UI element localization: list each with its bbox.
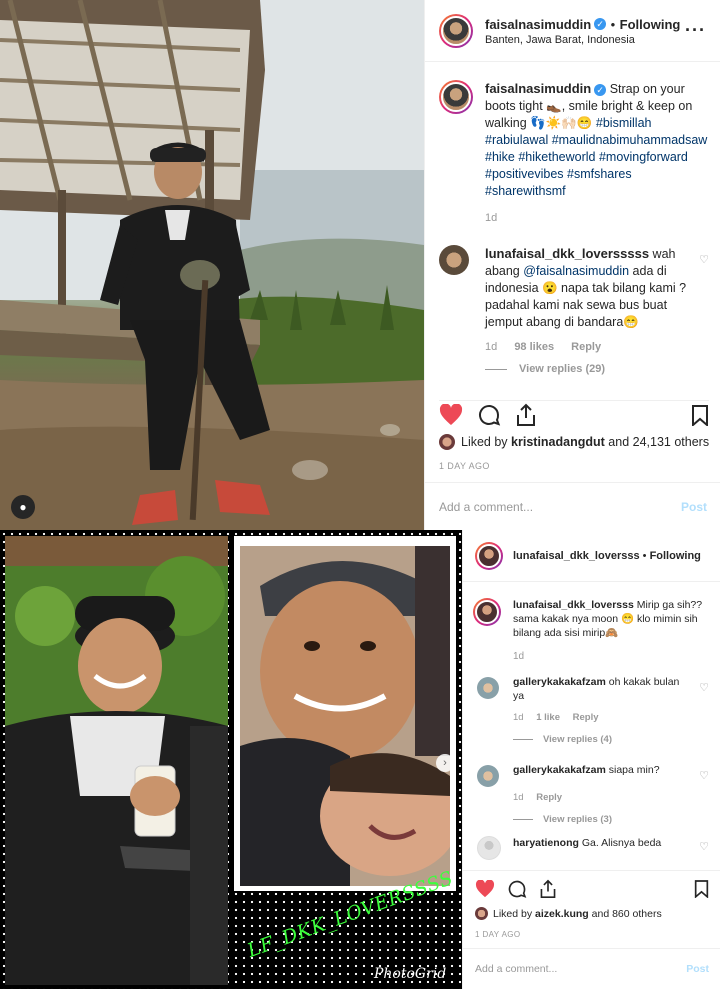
heart-icon[interactable] bbox=[439, 404, 463, 426]
comment-text: Ga. Alisnya beda bbox=[581, 837, 662, 849]
liked-by-user[interactable]: kristinadangdut bbox=[511, 435, 605, 449]
post2-add-comment: Add a comment... Post bbox=[463, 948, 720, 989]
carousel-next-icon[interactable]: › bbox=[436, 754, 454, 772]
comment-like-heart-icon[interactable]: ♡ bbox=[699, 253, 709, 266]
replies-line bbox=[485, 368, 507, 370]
commenter-avatar[interactable] bbox=[477, 765, 499, 787]
collage-photo-left bbox=[5, 536, 228, 985]
share-icon[interactable] bbox=[515, 403, 537, 427]
post1-date: 1 DAY AGO bbox=[439, 461, 490, 471]
collage[interactable]: › LF_DKK_LOVERSSSS PhotoGrid bbox=[0, 530, 462, 989]
post2-comment-1: gallerykakakafzam oh kakak bulan ya ♡ 1d… bbox=[473, 675, 709, 747]
post2-username[interactable]: lunafaisal_dkk_loversss bbox=[513, 550, 640, 562]
comment-mention[interactable]: @faisalnasimuddin bbox=[523, 264, 629, 278]
post1-caption-avatar[interactable] bbox=[439, 80, 473, 114]
user-tag-icon[interactable]: ● bbox=[11, 495, 35, 519]
share-icon[interactable] bbox=[539, 879, 557, 899]
bookmark-icon[interactable] bbox=[691, 404, 709, 426]
post1-caption-username[interactable]: faisalnasimuddin bbox=[485, 81, 591, 96]
comment-time: 1d bbox=[513, 792, 524, 803]
separator-dot: • bbox=[610, 16, 616, 32]
liked-by-prefix: Liked by bbox=[461, 435, 508, 449]
comment-reply-button[interactable]: Reply bbox=[571, 341, 601, 353]
comment-time: 1d bbox=[485, 341, 498, 353]
hiker-scene bbox=[0, 0, 424, 530]
liker-avatar[interactable] bbox=[475, 907, 488, 920]
post2-following-button[interactable]: Following bbox=[650, 550, 701, 562]
add-comment-input[interactable]: Add a comment... bbox=[439, 500, 533, 514]
photogrid-logo: PhotoGrid bbox=[374, 966, 447, 982]
post1-actions bbox=[439, 400, 709, 429]
post2-date: 1 DAY AGO bbox=[475, 930, 521, 939]
post1-photo[interactable]: ● bbox=[0, 0, 424, 530]
post2-header: lunafaisal_dkk_loversss • Following bbox=[463, 530, 720, 582]
post1-add-comment: Add a comment... Post bbox=[425, 482, 720, 530]
commenter-avatar[interactable] bbox=[439, 245, 469, 275]
comment-likes[interactable]: 98 likes bbox=[514, 341, 554, 353]
post1-avatar[interactable] bbox=[439, 13, 473, 48]
post1-caption: faisalnasimuddin ✓ Strap on your boots ti… bbox=[439, 80, 709, 224]
view-replies-button[interactable]: View replies (29) bbox=[519, 363, 605, 375]
comment-likes[interactable]: 1 like bbox=[536, 712, 560, 723]
liked-by-suffix[interactable]: and 24,131 others bbox=[608, 435, 709, 449]
heart-icon[interactable] bbox=[475, 879, 495, 898]
replies-line bbox=[513, 738, 533, 740]
comment-username[interactable]: gallerykakakafzam bbox=[513, 676, 606, 688]
liker-avatar[interactable] bbox=[439, 434, 455, 450]
replies-line bbox=[513, 818, 533, 820]
verified-badge-icon: ✓ bbox=[594, 83, 607, 96]
comment-like-heart-icon[interactable]: ♡ bbox=[699, 681, 709, 695]
view-replies-button[interactable]: View replies (3) bbox=[543, 814, 612, 825]
post-button[interactable]: Post bbox=[686, 963, 709, 975]
post1-caption-time: 1d bbox=[485, 212, 498, 224]
post2-caption-avatar[interactable] bbox=[473, 598, 501, 626]
comment-username[interactable]: lunafaisal_dkk_loversssss bbox=[485, 246, 649, 261]
commenter-avatar[interactable] bbox=[477, 677, 499, 699]
post2-panel: lunafaisal_dkk_loversss • Following luna… bbox=[462, 530, 720, 989]
more-options-icon[interactable]: ··· bbox=[685, 20, 706, 41]
comment-text: siapa min? bbox=[608, 764, 660, 776]
post2-avatar[interactable] bbox=[475, 541, 503, 570]
post2-actions bbox=[463, 870, 720, 906]
post1-username[interactable]: faisalnasimuddin bbox=[485, 17, 591, 32]
comment-time: 1d bbox=[513, 712, 524, 723]
post1-panel: faisalnasimuddin ✓ • Following Banten, Ja… bbox=[424, 0, 720, 530]
commenter-avatar[interactable] bbox=[477, 836, 501, 860]
liked-by-prefix: Liked by bbox=[493, 907, 533, 920]
post2-caption-username[interactable]: lunafaisal_dkk_loversss bbox=[513, 599, 634, 611]
comment-username[interactable]: haryatienong bbox=[513, 837, 579, 849]
comment-icon[interactable] bbox=[477, 403, 501, 427]
comment-like-heart-icon[interactable]: ♡ bbox=[699, 840, 709, 854]
post2-comment-2: gallerykakakafzam siapa min? ♡ 1d Reply … bbox=[473, 763, 709, 827]
post2-caption: lunafaisal_dkk_loversss Mirip ga sih?? s… bbox=[473, 598, 709, 664]
post1-liked-by: Liked by kristinadangdut and 24,131 othe… bbox=[439, 434, 719, 450]
post-button[interactable]: Post bbox=[681, 500, 707, 514]
comment-reply-button[interactable]: Reply bbox=[536, 792, 562, 803]
post1-location[interactable]: Banten, Jawa Barat, Indonesia bbox=[485, 34, 685, 46]
verified-badge-icon: ✓ bbox=[594, 18, 607, 31]
post1-following-button[interactable]: Following bbox=[620, 17, 681, 32]
post1-comment: lunafaisal_dkk_loversssss wah abang @fai… bbox=[439, 245, 709, 375]
comment-like-heart-icon[interactable]: ♡ bbox=[699, 769, 709, 783]
collage-photo-right: › bbox=[234, 536, 456, 891]
comment-icon[interactable] bbox=[507, 879, 527, 899]
post2-caption-time: 1d bbox=[513, 651, 525, 662]
add-comment-input[interactable]: Add a comment... bbox=[475, 963, 557, 975]
post1-header: faisalnasimuddin ✓ • Following Banten, Ja… bbox=[425, 0, 720, 62]
post2-comment-3: haryatienong Ga. Alisnya beda ♡ bbox=[473, 836, 709, 860]
comment-username[interactable]: gallerykakakafzam bbox=[513, 764, 606, 776]
comment-reply-button[interactable]: Reply bbox=[573, 712, 599, 723]
view-replies-button[interactable]: View replies (4) bbox=[543, 734, 612, 745]
post2-liked-by: Liked by aizek.kung and 860 others bbox=[475, 907, 720, 920]
separator-dot: • bbox=[642, 549, 647, 562]
bookmark-icon[interactable] bbox=[694, 879, 709, 898]
liked-by-suffix[interactable]: and 860 others bbox=[592, 908, 662, 920]
liked-by-user[interactable]: aizek.kung bbox=[535, 908, 589, 920]
